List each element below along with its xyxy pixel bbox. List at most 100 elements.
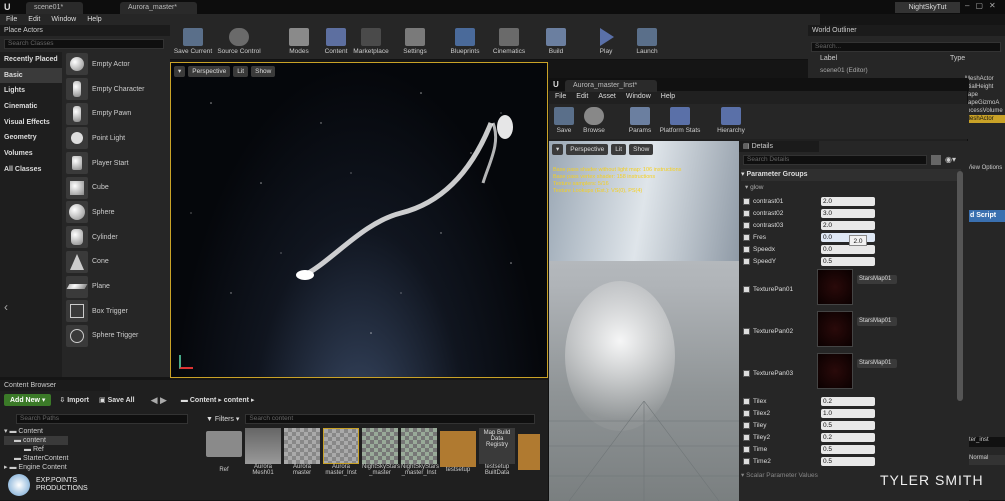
params-button[interactable]: Params	[623, 104, 657, 139]
material-preview-viewport[interactable]: ▾ Perspective Lit Show Base pass shader wit…	[549, 141, 739, 501]
actor-plane[interactable]: Plane	[63, 274, 169, 299]
details-scrollbar[interactable]	[957, 171, 963, 401]
normal-dropdown[interactable]: Normal	[967, 455, 1005, 465]
preview-options-icon[interactable]: ▾	[552, 144, 564, 155]
details-view-icon[interactable]	[931, 155, 941, 165]
level-viewport[interactable]: ▾ Perspective Lit Show	[170, 62, 548, 378]
category-geometry[interactable]: Geometry	[0, 130, 62, 146]
asset-aurora-mesh[interactable]: Aurora Mesh01	[245, 428, 281, 476]
param-value-field[interactable]: 2.0	[821, 196, 875, 206]
param-checkbox[interactable]	[743, 327, 750, 335]
actor-empty-actor[interactable]: Empty Actor	[63, 52, 169, 77]
tree-starter-content[interactable]: ▬ StarterContent	[4, 454, 68, 463]
category-all-classes[interactable]: All Classes	[0, 162, 62, 178]
param-value-field[interactable]: 0.2	[821, 432, 875, 442]
asset-aurora-master-inst[interactable]: Aurora master_Inst	[323, 428, 359, 476]
settings-button[interactable]: Settings	[392, 25, 438, 60]
menu-help[interactable]: Help	[87, 16, 101, 23]
tree-content-sub[interactable]: ▬ content	[4, 436, 69, 445]
instance-name-field[interactable]: ter_inst	[967, 437, 1005, 447]
asset-testsetup[interactable]: testsetup	[440, 431, 476, 473]
details-eye-icon[interactable]: ◉▾	[945, 155, 956, 164]
outliner-search-input[interactable]: Search...	[811, 42, 1001, 52]
category-recently-placed[interactable]: Recently Placed	[0, 52, 62, 68]
actor-cylinder[interactable]: Cylinder	[63, 225, 169, 250]
param-value-field[interactable]: 2.0	[821, 220, 875, 230]
param-checkbox[interactable]	[743, 209, 750, 217]
marketplace-button[interactable]: Marketplace	[348, 25, 394, 60]
menu-asset[interactable]: Asset	[598, 93, 616, 100]
menu-window[interactable]: Window	[626, 93, 651, 100]
search-classes-input[interactable]: Search Classes	[4, 39, 164, 49]
save-current-button[interactable]: Save Current	[170, 25, 216, 60]
param-checkbox[interactable]	[743, 245, 750, 253]
param-checkbox[interactable]	[743, 369, 750, 377]
param-checkbox[interactable]	[743, 221, 750, 229]
view-options-button[interactable]: View Options	[967, 165, 1002, 171]
param-checkbox[interactable]	[743, 257, 750, 265]
hierarchy-button[interactable]: Hierarchy	[711, 104, 751, 139]
import-button[interactable]: ⇩ Import	[59, 396, 89, 404]
texture-asset-dropdown[interactable]: StarsMap01	[857, 275, 897, 284]
path-content[interactable]: ▬ Content ▸ content ▸	[181, 396, 255, 404]
texture-thumbnail[interactable]	[817, 353, 853, 389]
search-content-input[interactable]: Search content	[245, 414, 536, 424]
param-checkbox[interactable]	[743, 285, 750, 293]
blueprints-button[interactable]: Blueprints	[442, 25, 488, 60]
param-checkbox[interactable]	[743, 397, 750, 405]
parameter-groups-header[interactable]: ▾ Parameter Groups	[741, 169, 961, 181]
asset-nightsky-master-inst[interactable]: NightSkyStars _master_Inst	[401, 428, 439, 476]
col-label[interactable]: Label	[820, 55, 950, 62]
asset-aurora-master[interactable]: Aurora master	[284, 428, 320, 476]
menu-file[interactable]: File	[6, 16, 17, 23]
tab-aurora-master[interactable]: Aurora_master*	[120, 2, 198, 14]
search-paths-input[interactable]: Search Paths	[16, 414, 188, 424]
add-new-button[interactable]: Add New ▾	[4, 394, 52, 406]
menu-help[interactable]: Help	[661, 93, 675, 100]
preview-perspective-button[interactable]: Perspective	[566, 144, 609, 155]
build-button[interactable]: Build	[533, 25, 579, 60]
actor-empty-character[interactable]: Empty Character	[63, 77, 169, 102]
preview-show-button[interactable]: Show	[629, 144, 654, 155]
actor-cone[interactable]: Cone	[63, 250, 169, 275]
param-value-field[interactable]: 1.0	[821, 408, 875, 418]
cinematics-button[interactable]: Cinematics	[486, 25, 532, 60]
category-lights[interactable]: Lights	[0, 83, 62, 99]
category-basic[interactable]: Basic	[0, 67, 62, 84]
actor-point-light[interactable]: Point Light	[63, 126, 169, 151]
window-controls[interactable]: –▢✕	[965, 1, 1002, 10]
actor-player-start[interactable]: Player Start	[63, 151, 169, 176]
actor-box-trigger[interactable]: Box Trigger	[63, 299, 169, 324]
actor-cube[interactable]: Cube	[63, 175, 169, 200]
param-value-field[interactable]: 0.5	[821, 256, 875, 266]
collapse-arrow-icon[interactable]: ‹	[4, 300, 8, 314]
param-checkbox[interactable]	[743, 445, 750, 453]
texture-asset-dropdown[interactable]: StarsMap01	[857, 359, 897, 368]
tab-aurora-master-inst[interactable]: Aurora_master_Inst*	[565, 80, 658, 92]
asset-nightsky-master[interactable]: NightSkyStars _master	[362, 428, 400, 476]
asset-more[interactable]	[518, 434, 540, 470]
menu-window[interactable]: Window	[51, 16, 76, 23]
preview-lit-button[interactable]: Lit	[611, 144, 627, 155]
platform-stats-button[interactable]: Platform Stats	[657, 104, 703, 139]
category-visual-effects[interactable]: Visual Effects	[0, 115, 62, 131]
param-value-field[interactable]: 0.5	[821, 456, 875, 466]
category-cinematic[interactable]: Cinematic	[0, 99, 62, 115]
add-script-button[interactable]: d Script	[967, 210, 1005, 222]
save-all-button[interactable]: ▣ Save All	[99, 396, 135, 404]
param-checkbox[interactable]	[743, 433, 750, 441]
param-value-field[interactable]: 0.5	[821, 420, 875, 430]
menu-edit[interactable]: Edit	[28, 16, 40, 23]
actor-sphere-trigger[interactable]: Sphere Trigger	[63, 324, 169, 349]
source-control-button[interactable]: Source Control	[216, 25, 262, 60]
tree-ref[interactable]: ▬ Ref	[4, 445, 68, 454]
outliner-row-scene[interactable]: scene01 (Editor)	[820, 67, 868, 74]
menu-file[interactable]: File	[555, 93, 566, 100]
actor-sphere[interactable]: Sphere	[63, 200, 169, 225]
menu-edit[interactable]: Edit	[576, 93, 588, 100]
tab-scene[interactable]: scene01*	[26, 2, 84, 14]
nav-back-icon[interactable]: ◀ ▶	[151, 395, 167, 406]
play-button[interactable]: Play	[583, 25, 629, 60]
tree-content[interactable]: ▾ ▬ Content	[4, 427, 68, 436]
category-volumes[interactable]: Volumes	[0, 146, 62, 162]
